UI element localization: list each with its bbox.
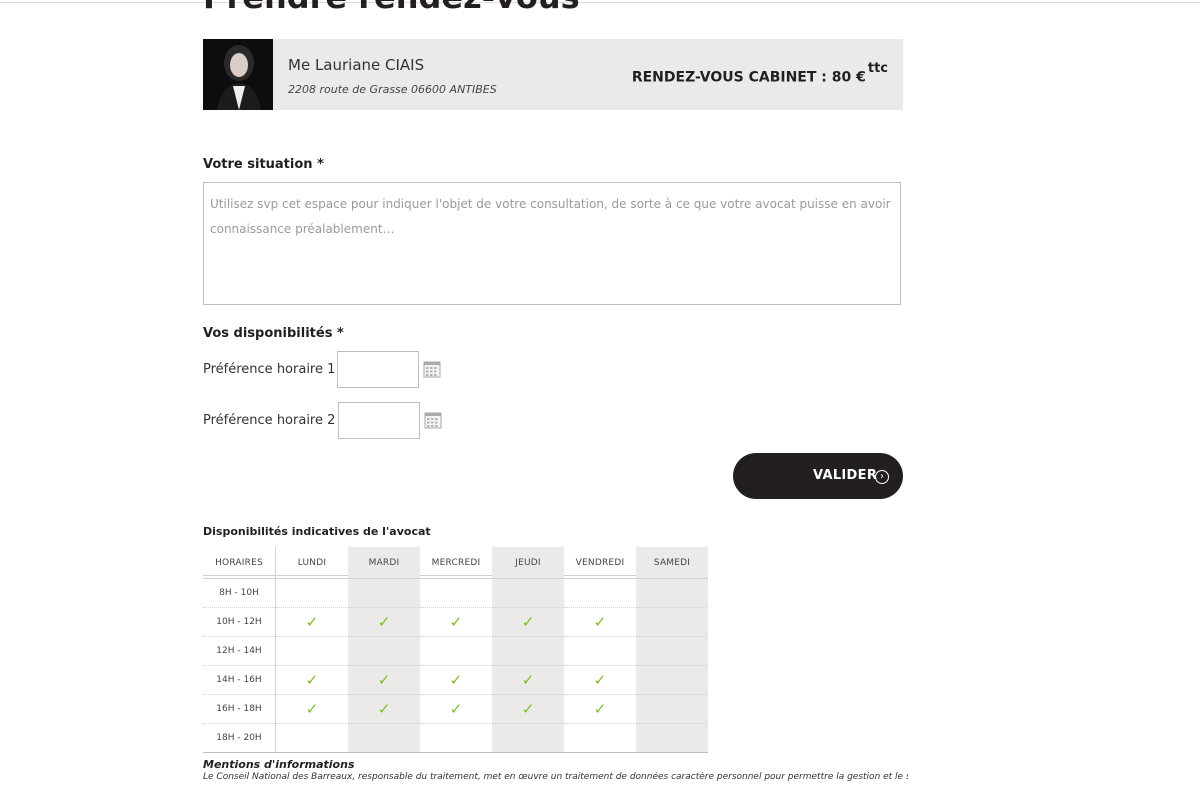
page-title: Prendre rendez-vous xyxy=(203,0,903,16)
table-row: 12H - 14H xyxy=(203,636,708,666)
availability-cell xyxy=(348,636,420,666)
time-preference-2-input[interactable] xyxy=(338,402,420,439)
check-icon: ✓ xyxy=(449,612,463,631)
price-label: RENDEZ-VOUS CABINET : 80 € xyxy=(631,69,866,86)
availability-cell xyxy=(420,723,492,753)
check-icon: ✓ xyxy=(449,670,463,689)
column-header-hours: HORAIRES xyxy=(203,547,276,579)
check-icon: ✓ xyxy=(593,699,607,718)
availability-cell xyxy=(492,636,564,666)
time-preference-1-label: Préférence horaire 1 : xyxy=(203,362,344,377)
time-preference-1-input[interactable] xyxy=(337,351,419,388)
lawyer-address: 2208 route de Grasse 06600 ANTIBES xyxy=(288,83,497,96)
appointment-price: RENDEZ-VOUS CABINET : 80 €ttc xyxy=(631,61,888,86)
time-preference-2-label: Préférence horaire 2 : xyxy=(203,413,344,428)
availability-label: Vos disponibilités * xyxy=(203,326,344,341)
situation-label: Votre situation * xyxy=(203,157,324,172)
check-icon: ✓ xyxy=(305,699,319,718)
check-icon: ✓ xyxy=(305,612,319,631)
check-icon: ✓ xyxy=(593,670,607,689)
lawyer-name: Me Lauriane CIAIS xyxy=(288,56,425,74)
availability-cell xyxy=(564,723,636,753)
availability-cell xyxy=(348,723,420,753)
availability-cell: ✓ xyxy=(492,694,564,724)
availability-cell: ✓ xyxy=(492,607,564,637)
column-header-friday: VENDREDI xyxy=(564,547,636,579)
availability-cell xyxy=(492,578,564,608)
availability-cell: ✓ xyxy=(564,607,636,637)
column-header-monday: LUNDI xyxy=(275,547,348,579)
check-icon: ✓ xyxy=(449,699,463,718)
availability-cell xyxy=(420,578,492,608)
check-icon: ✓ xyxy=(377,612,391,631)
availability-cell xyxy=(275,636,348,666)
time-slot-label: 8H - 10H xyxy=(203,578,276,608)
time-slot-label: 16H - 18H xyxy=(203,694,276,724)
lawyer-avatar xyxy=(203,39,273,110)
availability-table: HORAIRES LUNDI MARDI MERCREDI JEUDI VEND… xyxy=(203,547,708,753)
availability-cell: ✓ xyxy=(275,607,348,637)
availability-cell: ✓ xyxy=(275,665,348,695)
schedule-title: Disponibilités indicatives de l'avocat xyxy=(203,525,431,538)
time-slot-label: 14H - 16H xyxy=(203,665,276,695)
availability-cell: ✓ xyxy=(564,665,636,695)
availability-cell xyxy=(275,723,348,753)
table-row: 8H - 10H xyxy=(203,578,708,608)
availability-cell xyxy=(275,578,348,608)
column-header-wednesday: MERCREDI xyxy=(420,547,492,579)
availability-cell xyxy=(636,636,708,666)
availability-cell: ✓ xyxy=(348,665,420,695)
chevron-circle-right-icon: › xyxy=(875,470,889,484)
table-header-row: HORAIRES LUNDI MARDI MERCREDI JEUDI VEND… xyxy=(203,547,708,579)
time-slot-label: 12H - 14H xyxy=(203,636,276,666)
availability-cell: ✓ xyxy=(420,694,492,724)
column-header-thursday: JEUDI xyxy=(492,547,564,579)
calendar-icon[interactable] xyxy=(423,360,441,378)
availability-cell xyxy=(492,723,564,753)
availability-cell xyxy=(564,636,636,666)
column-header-tuesday: MARDI xyxy=(348,547,420,579)
availability-cell xyxy=(636,723,708,753)
check-icon: ✓ xyxy=(377,699,391,718)
availability-cell: ✓ xyxy=(348,607,420,637)
time-slot-label: 10H - 12H xyxy=(203,607,276,637)
availability-cell xyxy=(636,607,708,637)
availability-cell xyxy=(636,694,708,724)
submit-button-label: VALIDER xyxy=(813,468,878,483)
check-icon: ✓ xyxy=(593,612,607,631)
availability-cell xyxy=(636,665,708,695)
submit-button[interactable]: VALIDER › xyxy=(733,453,903,499)
availability-cell xyxy=(348,578,420,608)
check-icon: ✓ xyxy=(521,612,535,631)
table-row: 18H - 20H xyxy=(203,723,708,753)
situation-field xyxy=(203,182,901,305)
availability-cell: ✓ xyxy=(348,694,420,724)
table-row: 16H - 18H ✓ ✓ ✓ ✓ ✓ xyxy=(203,694,708,724)
check-icon: ✓ xyxy=(521,670,535,689)
availability-cell: ✓ xyxy=(564,694,636,724)
availability-cell: ✓ xyxy=(275,694,348,724)
table-row: 10H - 12H ✓ ✓ ✓ ✓ ✓ xyxy=(203,607,708,637)
availability-cell xyxy=(564,578,636,608)
check-icon: ✓ xyxy=(305,670,319,689)
situation-textarea[interactable] xyxy=(204,183,900,304)
availability-table-body: 8H - 10H 10H - 12H ✓ ✓ ✓ ✓ ✓ 12H - 14H 14H - 16H… xyxy=(203,578,708,753)
calendar-icon[interactable] xyxy=(424,411,442,429)
column-header-saturday: SAMEDI xyxy=(636,547,708,579)
table-row: 14H - 16H ✓ ✓ ✓ ✓ ✓ xyxy=(203,665,708,695)
availability-cell: ✓ xyxy=(420,607,492,637)
check-icon: ✓ xyxy=(377,670,391,689)
availability-cell xyxy=(636,578,708,608)
time-slot-label: 18H - 20H xyxy=(203,723,276,753)
availability-cell: ✓ xyxy=(420,665,492,695)
mentions-title: Mentions d'informations xyxy=(203,758,355,771)
lawyer-card: Me Lauriane CIAIS 2208 route de Grasse 0… xyxy=(203,39,903,110)
price-suffix: ttc xyxy=(867,61,888,76)
mentions-text: Le Conseil National des Barreaux, respon… xyxy=(203,772,908,782)
availability-cell: ✓ xyxy=(492,665,564,695)
check-icon: ✓ xyxy=(521,699,535,718)
availability-cell xyxy=(420,636,492,666)
